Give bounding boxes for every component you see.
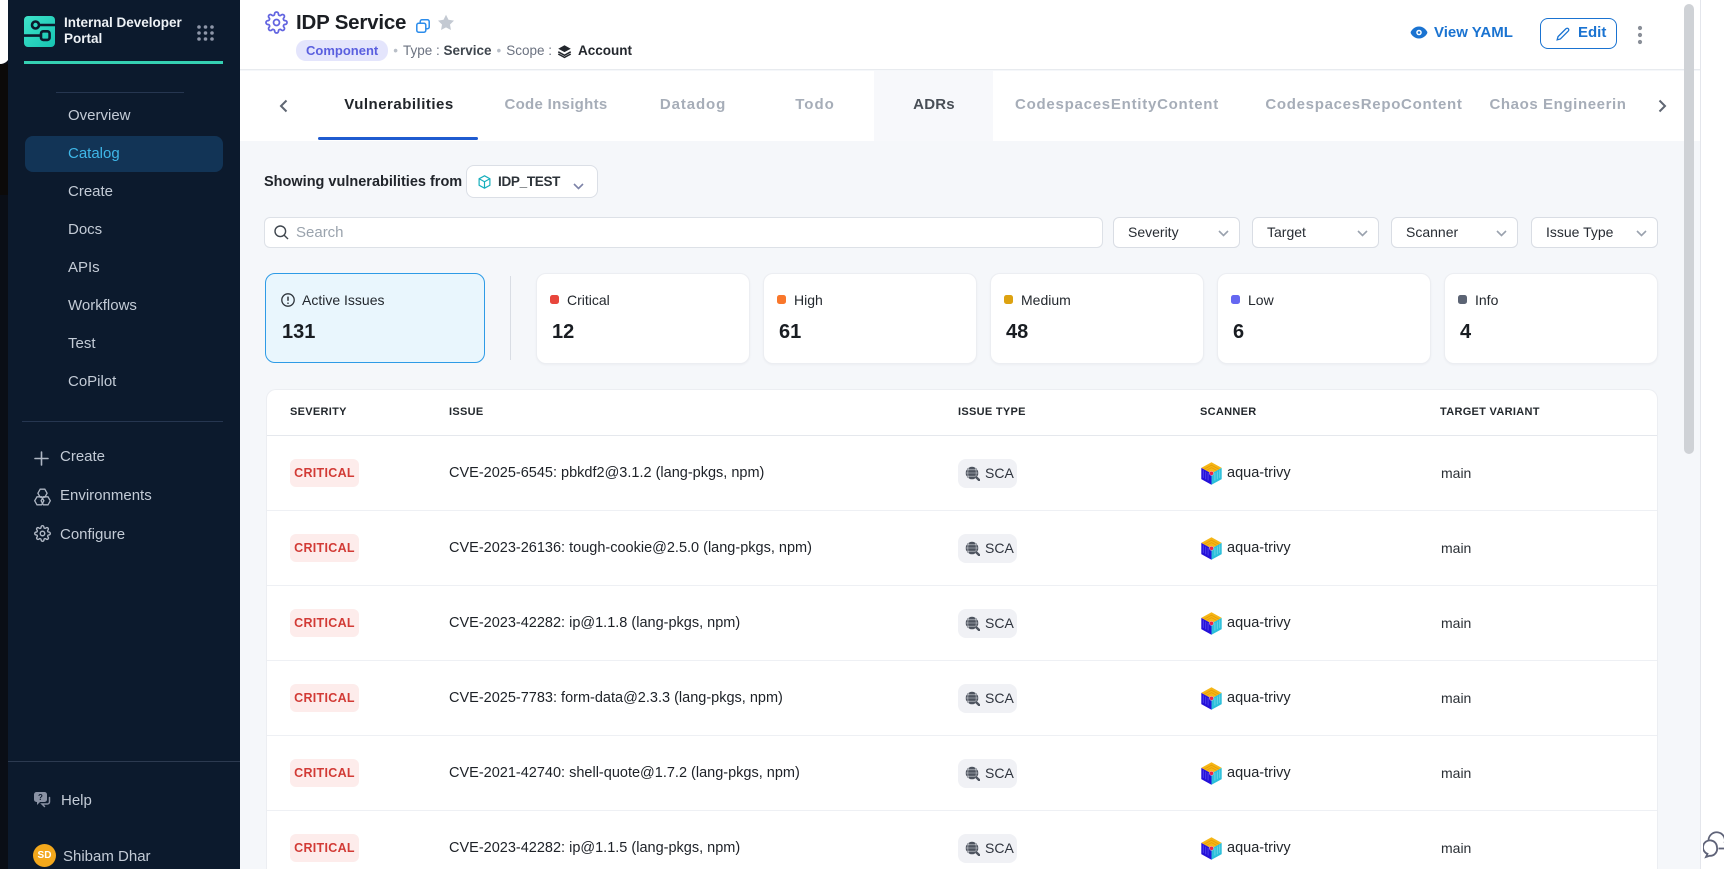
svg-text:?: ? bbox=[38, 793, 43, 802]
